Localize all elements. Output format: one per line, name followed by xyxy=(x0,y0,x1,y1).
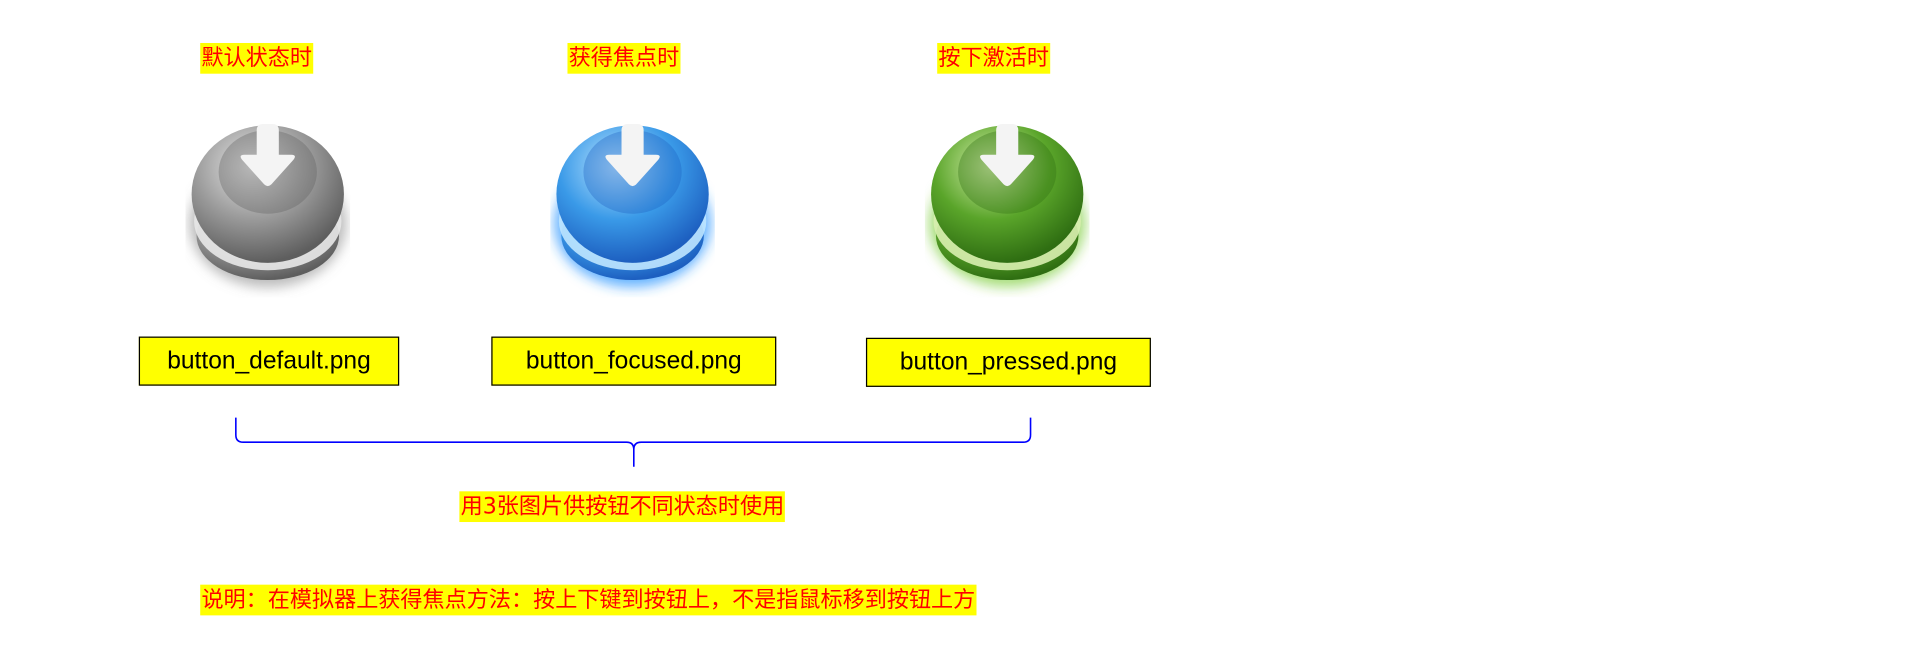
button-default-image xyxy=(189,124,347,288)
state-label-pressed: 按下激活时 xyxy=(937,42,1051,74)
diagram: 默认状态时 获得焦点时 按下激活时 button_default.png but… xyxy=(0,0,1926,651)
state-label-focused: 获得焦点时 xyxy=(567,42,681,74)
filename-pressed: button_pressed.png xyxy=(865,337,1151,387)
button-pressed-image xyxy=(928,124,1086,288)
brace-caption: 用3张图片供按钮不同状态时使用 xyxy=(459,491,786,523)
grouping-brace xyxy=(235,417,1032,467)
button-focused-image xyxy=(553,124,712,288)
note-text: 说明：在模拟器上获得焦点方法：按上下键到按钮上，不是指鼠标移到按钮上方 xyxy=(200,584,977,616)
state-label-default: 默认状态时 xyxy=(200,42,314,74)
filename-default: button_default.png xyxy=(138,336,400,386)
filename-focused: button_focused.png xyxy=(491,336,777,386)
